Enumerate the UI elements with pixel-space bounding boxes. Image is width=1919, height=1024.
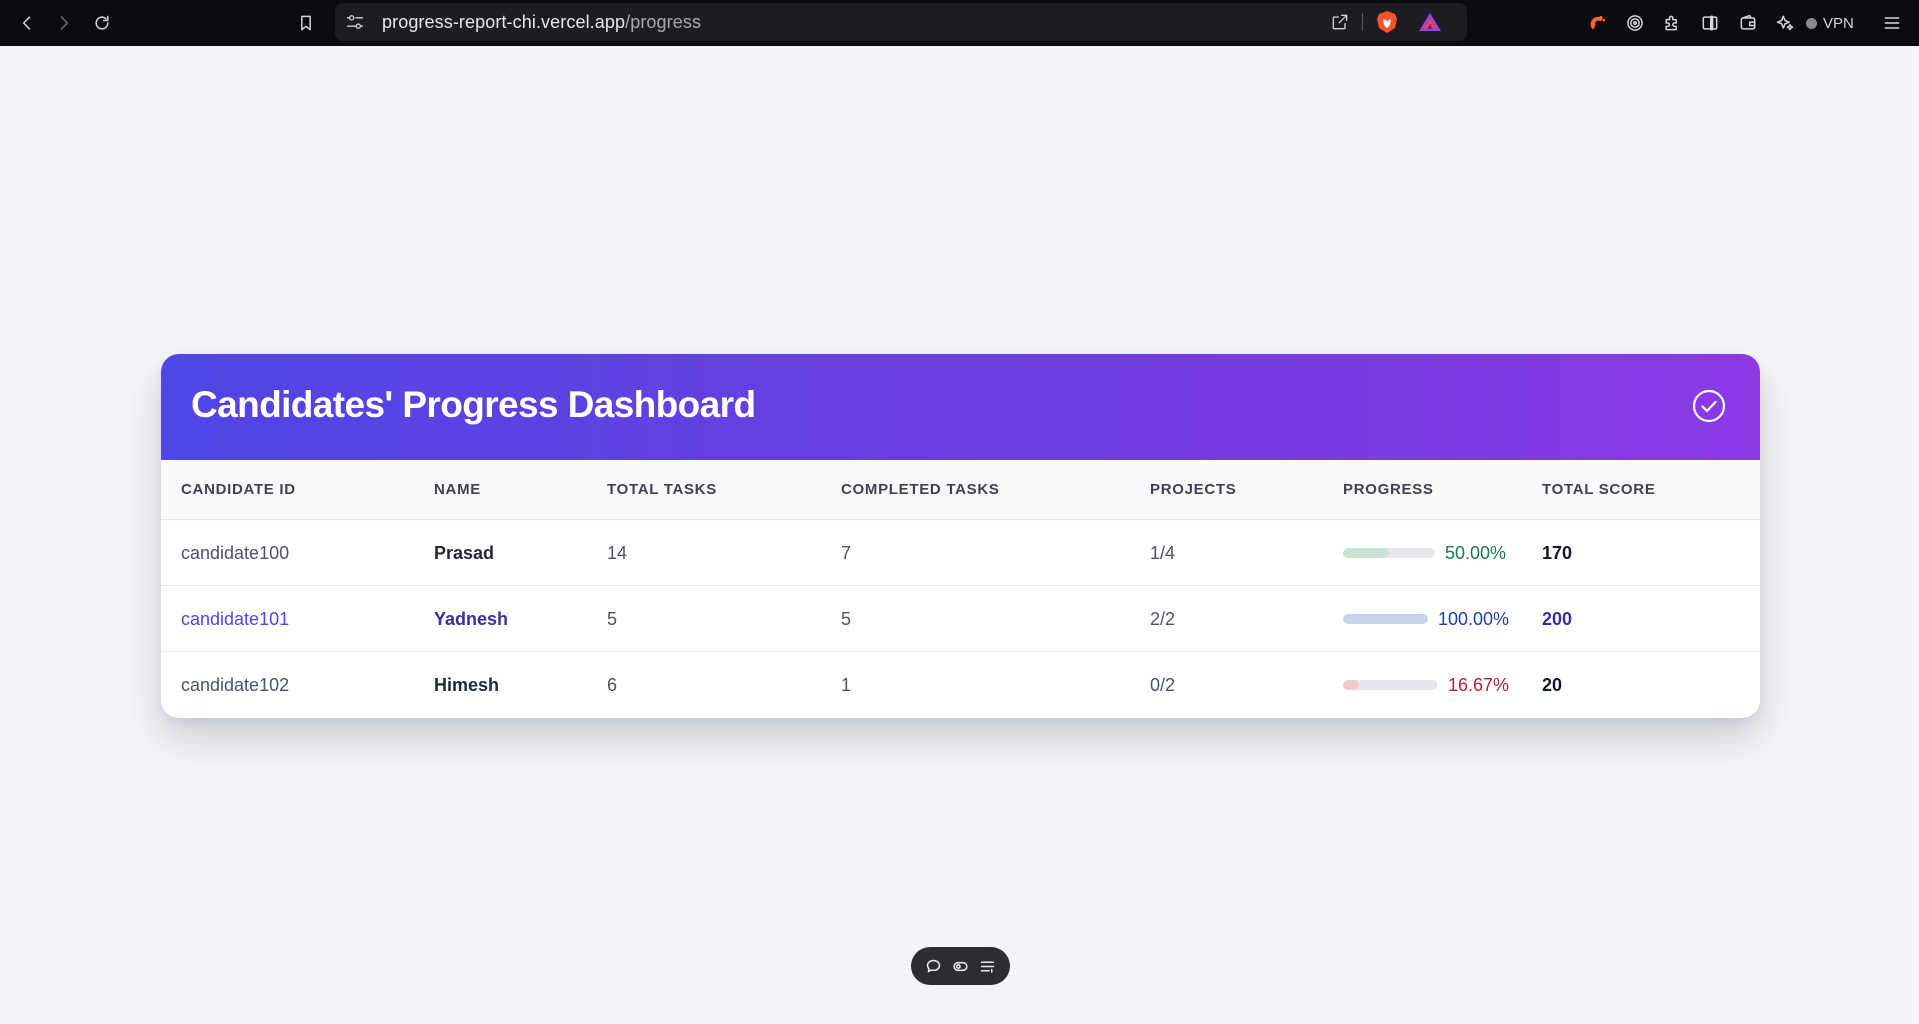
leo-icon[interactable]: [1581, 6, 1615, 40]
dashboard-header: Candidates' Progress Dashboard: [161, 354, 1760, 460]
progress-cell: 16.67%: [1343, 674, 1510, 695]
back-icon[interactable]: [10, 6, 44, 40]
column-header-total-score: TOTAL SCORE: [1542, 481, 1656, 498]
url-host: progress-report-chi.vercel.app: [382, 12, 626, 32]
url-text[interactable]: progress-report-chi.vercel.app/progress: [382, 12, 701, 33]
check-circle-icon: [1691, 388, 1727, 424]
candidate-name-cell: Prasad: [434, 543, 495, 563]
projects-cell: 2/2: [1150, 609, 1176, 629]
address-bar[interactable]: progress-report-chi.vercel.app/progress: [335, 3, 1467, 41]
progress-bar: [1343, 614, 1428, 624]
menu-lines-icon[interactable]: [977, 956, 997, 976]
column-header-progress: PROGRESS: [1343, 481, 1434, 498]
column-header-total-tasks: TOTAL TASKS: [607, 481, 717, 498]
completed-tasks-cell: 7: [841, 543, 852, 563]
total-tasks-cell: 6: [607, 675, 618, 695]
column-header-completed-tasks: COMPLETED TASKS: [841, 481, 1000, 498]
brave-shields-icon[interactable]: [1376, 10, 1398, 34]
completed-tasks-cell: 1: [841, 675, 852, 695]
forward-icon[interactable]: [47, 6, 81, 40]
candidate-id-cell: candidate102: [181, 675, 290, 695]
sidebar-icon[interactable]: [1693, 6, 1727, 40]
column-header-candidate-id: CANDIDATE ID: [181, 481, 296, 498]
extensions-icon[interactable]: [1655, 6, 1689, 40]
progress-bar-fill: [1343, 680, 1359, 690]
wallet-icon[interactable]: [1731, 6, 1765, 40]
progress-cell: 50.00%: [1343, 542, 1507, 563]
ai-icon[interactable]: [1768, 6, 1802, 40]
progress-percent: 100.00%: [1438, 608, 1510, 629]
progress-percent: 16.67%: [1448, 674, 1510, 695]
toggle-icon[interactable]: [951, 956, 971, 976]
table-header: CANDIDATE ID NAME TOTAL TASKS COMPLETED …: [161, 460, 1760, 520]
browser-toolbar: progress-report-chi.vercel.app/progress …: [0, 0, 1919, 46]
vpn-button[interactable]: VPN: [1806, 6, 1862, 40]
total-score-cell: 20: [1542, 675, 1563, 695]
url-path: /progress: [625, 12, 702, 32]
site-settings-icon[interactable]: [345, 12, 365, 32]
progress-bar-fill: [1343, 614, 1428, 624]
comment-icon[interactable]: [924, 956, 944, 976]
candidate-id-cell: candidate101: [181, 609, 290, 629]
vpn-label: VPN: [1823, 14, 1854, 32]
progress-dashboard-card: Candidates' Progress Dashboard CANDIDATE…: [161, 354, 1760, 718]
menu-icon[interactable]: [1875, 6, 1909, 40]
table-row[interactable]: candidate101 Yadnesh 5 5 2/2 100.00% 200: [161, 586, 1760, 652]
floating-toolbar: [911, 947, 1010, 985]
column-header-name: NAME: [434, 481, 481, 498]
projects-cell: 0/2: [1150, 675, 1176, 695]
candidate-name-cell: Himesh: [434, 675, 500, 695]
table-row[interactable]: candidate102 Himesh 6 1 0/2 16.67% 20: [161, 652, 1760, 718]
url-divider: [1362, 13, 1363, 31]
total-score-cell: 200: [1542, 609, 1573, 629]
total-score-cell: 170: [1542, 543, 1573, 563]
candidate-name-cell: Yadnesh: [434, 609, 509, 629]
column-header-projects: PROJECTS: [1150, 481, 1237, 498]
tor-icon[interactable]: [1618, 6, 1652, 40]
table-row[interactable]: candidate100 Prasad 14 7 1/4 50.00% 170: [161, 520, 1760, 586]
bookmark-icon[interactable]: [289, 6, 323, 40]
progress-cell: 100.00%: [1343, 608, 1510, 629]
share-icon[interactable]: [1330, 12, 1350, 32]
total-tasks-cell: 14: [607, 543, 628, 563]
reload-icon[interactable]: [85, 6, 119, 40]
page-title: Candidates' Progress Dashboard: [191, 384, 756, 425]
brave-rewards-icon[interactable]: [1418, 12, 1442, 32]
projects-cell: 1/4: [1150, 543, 1176, 563]
total-tasks-cell: 5: [607, 609, 618, 629]
progress-percent: 50.00%: [1445, 542, 1507, 563]
completed-tasks-cell: 5: [841, 609, 852, 629]
progress-bar: [1343, 680, 1438, 690]
progress-bar: [1343, 548, 1435, 558]
progress-bar-fill: [1343, 548, 1389, 558]
vpn-status-dot: [1806, 17, 1817, 29]
candidate-id-cell: candidate100: [181, 543, 290, 563]
